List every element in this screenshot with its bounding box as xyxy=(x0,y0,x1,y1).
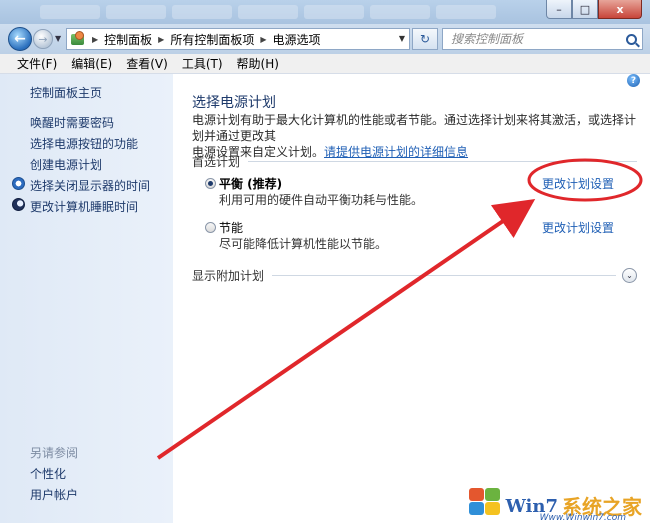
preferred-plans-header: 首选计划 xyxy=(192,153,637,170)
close-button[interactable]: x xyxy=(598,0,642,19)
plan-power-saver: 节能 尽可能降低计算机性能以节能。 更改计划设置 xyxy=(205,219,635,253)
forward-button[interactable]: → xyxy=(33,29,53,49)
plan-power-saver-name[interactable]: 节能 xyxy=(219,219,243,236)
breadcrumb-control-panel[interactable]: 控制面板 xyxy=(104,31,152,48)
menu-view[interactable]: 查看(V) xyxy=(119,55,175,72)
breadcrumb-separator-icon[interactable]: ▶ xyxy=(158,35,164,44)
plan-balanced: 平衡 (推荐) 利用可用的硬件自动平衡功耗与性能。 更改计划设置 xyxy=(205,175,635,209)
display-clock-icon xyxy=(12,177,25,190)
menu-help[interactable]: 帮助(H) xyxy=(230,55,286,72)
page-title: 选择电源计划 xyxy=(192,95,276,111)
menu-edit[interactable]: 编辑(E) xyxy=(64,55,119,72)
section-divider xyxy=(272,275,616,276)
sidebar-item-wake-password[interactable]: 唤醒时需要密码 xyxy=(30,114,114,131)
sleep-moon-icon xyxy=(12,198,25,211)
breadcrumb-separator-icon[interactable]: ▶ xyxy=(92,35,98,44)
plan-power-saver-desc: 尽可能降低计算机性能以节能。 xyxy=(219,237,388,251)
control-panel-icon xyxy=(70,31,86,47)
main-content: ? 选择电源计划 电源计划有助于最大化计算机的性能或者节能。通过选择计划来将其激… xyxy=(173,74,650,523)
refresh-icon: ↻ xyxy=(419,32,431,46)
description-line: 电源计划有助于最大化计算机的性能或者节能。通过选择计划来将其激活，或选择计划并通… xyxy=(192,113,637,143)
search-icon[interactable] xyxy=(626,33,637,45)
sidebar-home-link[interactable]: 控制面板主页 xyxy=(30,84,102,101)
plan-balanced-name[interactable]: 平衡 (推荐) xyxy=(219,175,282,192)
show-additional-plans-label[interactable]: 显示附加计划 xyxy=(192,267,264,284)
arrow-right-icon: → xyxy=(38,32,48,46)
recent-pages-dropdown[interactable]: ▼ xyxy=(55,34,61,43)
sidebar-link-personalization[interactable]: 个性化 xyxy=(30,465,66,482)
search-box[interactable] xyxy=(442,28,643,50)
menu-bar: 文件(F) 编辑(E) 查看(V) 工具(T) 帮助(H) xyxy=(0,54,650,74)
menu-tools[interactable]: 工具(T) xyxy=(175,55,230,72)
sidebar: 控制面板主页 唤醒时需要密码 选择电源按钮的功能 创建电源计划 选择关闭显示器的… xyxy=(0,74,173,523)
change-plan-settings-link[interactable]: 更改计划设置 xyxy=(542,219,614,236)
navigation-bar: ← → ▼ ▶ 控制面板 ▶ 所有控制面板项 ▶ 电源选项 ▼ ↻ xyxy=(0,24,650,54)
address-dropdown-icon[interactable]: ▼ xyxy=(399,34,405,43)
sidebar-link-user-accounts[interactable]: 用户帐户 xyxy=(30,486,78,503)
refresh-button[interactable]: ↻ xyxy=(412,28,438,50)
sidebar-item-display-off[interactable]: 选择关闭显示器的时间 xyxy=(30,177,150,194)
address-bar[interactable]: ▶ 控制面板 ▶ 所有控制面板项 ▶ 电源选项 ▼ xyxy=(66,28,410,50)
minimize-button[interactable]: – xyxy=(546,0,572,19)
back-button[interactable]: ← xyxy=(8,27,32,51)
show-additional-plans-row[interactable]: 显示附加计划 ⌄ xyxy=(192,267,637,284)
watermark-url: Www.Winwin7.com xyxy=(539,513,626,523)
maximize-button[interactable]: □ xyxy=(572,0,598,19)
sidebar-item-sleep-time[interactable]: 更改计算机睡眠时间 xyxy=(30,198,138,215)
plan-balanced-radio[interactable] xyxy=(205,178,216,189)
sidebar-item-power-buttons[interactable]: 选择电源按钮的功能 xyxy=(30,135,138,152)
breadcrumb-separator-icon[interactable]: ▶ xyxy=(260,35,266,44)
see-also-heading: 另请参阅 xyxy=(30,446,79,460)
plan-power-saver-radio[interactable] xyxy=(205,222,216,233)
title-bar: – □ x xyxy=(0,0,650,24)
change-plan-settings-link[interactable]: 更改计划设置 xyxy=(542,175,614,192)
preferred-plans-label: 首选计划 xyxy=(192,155,241,169)
sidebar-item-create-plan[interactable]: 创建电源计划 xyxy=(30,156,102,173)
plan-balanced-desc: 利用可用的硬件自动平衡功耗与性能。 xyxy=(219,193,424,207)
search-input[interactable] xyxy=(451,32,611,46)
breadcrumb-all-items[interactable]: 所有控制面板项 xyxy=(170,31,254,48)
help-icon[interactable]: ? xyxy=(627,74,640,87)
windows-flag-logo xyxy=(468,487,502,517)
breadcrumb-power-options[interactable]: 电源选项 xyxy=(273,31,321,48)
section-divider xyxy=(248,161,637,162)
blurred-taskbar-thumbnails xyxy=(40,5,530,21)
expand-chevron-icon[interactable]: ⌄ xyxy=(622,268,637,283)
arrow-left-icon: ← xyxy=(14,31,26,47)
menu-file[interactable]: 文件(F) xyxy=(10,55,64,72)
